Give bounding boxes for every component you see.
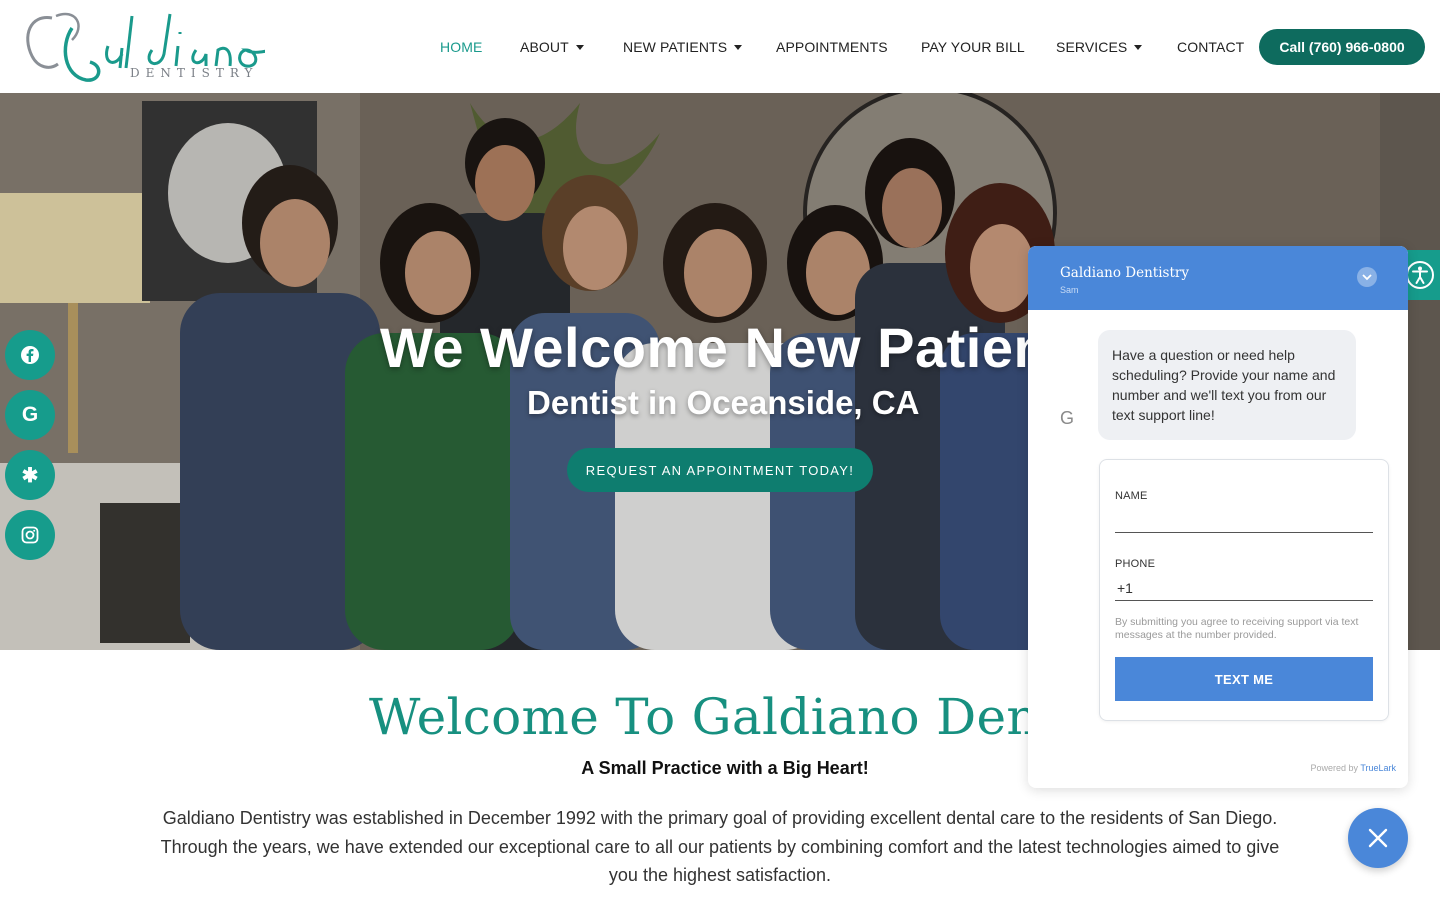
chat-widget: Galdiano Dentistry Sam G Have a question… [1028, 246, 1408, 788]
nav-pay-bill-label: PAY YOUR BILL [921, 38, 1025, 55]
google-icon: G [21, 403, 39, 426]
facebook-icon [21, 346, 39, 364]
instagram-button[interactable] [5, 510, 55, 560]
nav-contact[interactable]: CONTACT [1177, 39, 1257, 55]
nav-pay-bill[interactable]: PAY YOUR BILL [921, 39, 1056, 55]
facebook-button[interactable] [5, 330, 55, 380]
request-appointment-button[interactable]: REQUEST AN APPOINTMENT TODAY! [567, 448, 873, 492]
chat-title: Galdiano Dentistry [1060, 265, 1189, 281]
nav-appointments[interactable]: APPOINTMENTS [776, 39, 921, 55]
nav-about-label: ABOUT [520, 38, 569, 55]
hero-subtitle: Dentist in Oceanside, CA [527, 384, 920, 421]
powered-by-prefix: Powered by [1310, 763, 1358, 773]
name-field-underline [1115, 532, 1373, 533]
site-header: DENTISTRY HOME ABOUT NEW PATIENTS APPOIN… [0, 0, 1440, 93]
phone-label: PHONE [1115, 558, 1156, 570]
main-nav: HOME ABOUT NEW PATIENTS APPOINTMENTS PAY… [440, 0, 1257, 93]
nav-services-label: SERVICES [1056, 38, 1128, 55]
nav-home-label: HOME [440, 38, 483, 55]
chevron-down-icon [1362, 273, 1372, 280]
nav-home[interactable]: HOME [440, 39, 520, 55]
logo-graphic: DENTISTRY [26, 12, 271, 82]
google-button[interactable]: G [5, 390, 55, 440]
nav-about[interactable]: ABOUT [520, 39, 623, 55]
chat-form: NAME PHONE +1 By submitting you agree to… [1099, 459, 1389, 721]
accessibility-icon [1406, 261, 1434, 289]
instagram-icon [21, 526, 39, 544]
text-me-button[interactable]: TEXT ME [1115, 657, 1373, 701]
nav-appointments-label: APPOINTMENTS [776, 38, 888, 55]
nav-new-patients[interactable]: NEW PATIENTS [623, 39, 776, 55]
svg-text:DENTISTRY: DENTISTRY [130, 66, 258, 80]
powered-by: Powered by TrueLark [1310, 763, 1396, 773]
chat-message: Have a question or need help scheduling?… [1098, 330, 1356, 440]
consent-note: By submitting you agree to receiving sup… [1115, 616, 1359, 641]
nav-services[interactable]: SERVICES [1056, 39, 1177, 55]
name-field[interactable] [1115, 504, 1373, 532]
yelp-button[interactable]: ✱ [5, 450, 55, 500]
nav-new-patients-label: NEW PATIENTS [623, 38, 728, 55]
chat-header: Galdiano Dentistry Sam [1028, 246, 1408, 310]
yelp-icon: ✱ [21, 464, 39, 487]
phone-field-underline [1115, 600, 1373, 601]
page: DENTISTRY HOME ABOUT NEW PATIENTS APPOIN… [0, 0, 1440, 900]
truelark-link[interactable]: TrueLark [1360, 763, 1396, 773]
name-label: NAME [1115, 490, 1148, 502]
hero-title: We Welcome New Patients [380, 316, 1099, 379]
chat-avatar: G [1060, 408, 1075, 428]
galdiano-logo[interactable]: DENTISTRY [20, 6, 271, 86]
chat-minimize-button[interactable] [1357, 267, 1377, 287]
nav-contact-label: CONTACT [1177, 38, 1245, 55]
chat-agent-name: Sam [1060, 285, 1079, 295]
call-button[interactable]: Call (760) 966-0800 [1259, 29, 1425, 65]
chat-close-button[interactable] [1348, 808, 1408, 868]
chevron-down-icon [575, 44, 584, 50]
close-icon [1368, 828, 1388, 848]
welcome-paragraph: Galdiano Dentistry was established in De… [160, 808, 1280, 885]
chevron-down-icon [734, 44, 743, 50]
phone-field[interactable]: +1 [1117, 580, 1133, 596]
chevron-down-icon [1134, 44, 1143, 50]
